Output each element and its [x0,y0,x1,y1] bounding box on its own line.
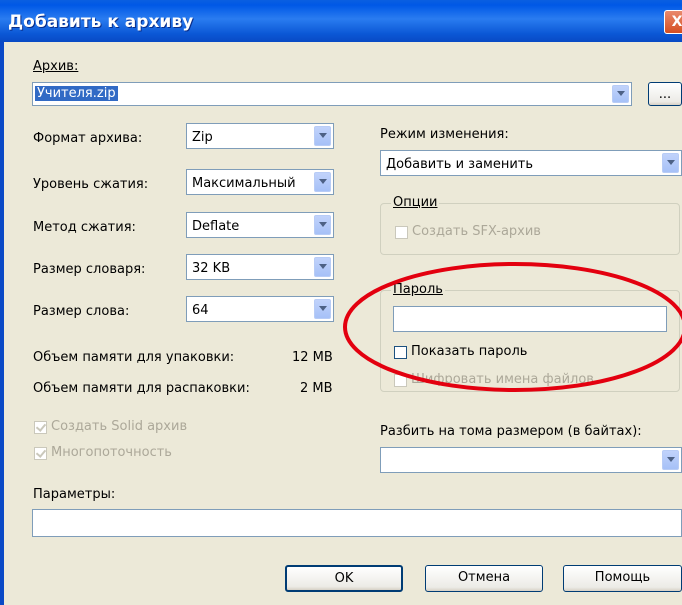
mem-unpack-value: 2 MB [300,381,333,396]
options-legend: Опции [391,195,440,210]
split-label: Разбить на тома размером (в байтах): [380,424,642,439]
mem-unpack-label: Объем памяти для распаковки: [33,381,250,396]
split-combo[interactable] [380,447,682,473]
mode-value: Добавить и заменить [386,157,534,172]
close-button[interactable]: X [664,10,682,34]
close-icon: X [671,14,682,30]
archive-combo[interactable]: Учителя.zip [32,82,632,106]
solid-checkbox[interactable] [34,421,47,434]
word-value: 64 [192,303,209,318]
mem-pack-label: Объем памяти для упаковки: [33,350,235,365]
dict-label: Размер словаря: [33,262,146,277]
ok-button[interactable]: OK [285,565,403,592]
method-combo[interactable]: Deflate [186,212,334,238]
sfx-checkbox[interactable] [395,226,408,239]
word-label: Размер слова: [33,304,130,319]
mode-combo[interactable]: Добавить и заменить [380,150,682,176]
word-combo[interactable]: 64 [186,296,334,322]
archive-value: Учителя.zip [35,86,118,101]
browse-button[interactable]: ... [648,82,682,106]
method-value: Deflate [192,219,240,234]
dict-dropdown-icon[interactable] [314,257,331,277]
format-label: Формат архива: [33,131,143,146]
mem-pack-value: 12 MB [292,350,333,365]
format-dropdown-icon[interactable] [314,126,331,146]
multithread-label: Многопоточность [51,445,172,460]
method-label: Метод сжатия: [33,220,136,235]
mode-label: Режим изменения: [380,127,509,142]
dict-combo[interactable]: 32 KB [186,254,334,280]
split-dropdown-icon[interactable] [662,450,679,470]
window-frame [0,42,4,605]
cancel-button[interactable]: Отмена [425,565,543,592]
annotation-ellipse-shape [343,262,682,392]
title-bar: Добавить к архиву X [0,0,682,42]
format-combo[interactable]: Zip [186,123,334,149]
mode-dropdown-icon[interactable] [662,153,679,173]
sfx-label: Создать SFX-архив [412,224,541,239]
solid-label: Создать Solid архив [51,419,188,434]
method-dropdown-icon[interactable] [314,215,331,235]
word-dropdown-icon[interactable] [314,299,331,319]
format-value: Zip [192,130,213,145]
level-label: Уровень сжатия: [33,177,149,192]
params-input[interactable] [32,509,682,537]
multithread-checkbox[interactable] [34,447,47,460]
level-value: Максимальный [192,176,296,191]
params-label: Параметры: [33,487,116,502]
help-button[interactable]: Помощь [563,565,682,592]
annotation-ellipse [343,262,682,392]
archive-label: Архив: [33,59,79,74]
level-combo[interactable]: Максимальный [186,169,334,195]
dict-value: 32 KB [192,261,231,276]
archive-dropdown-icon[interactable] [612,85,629,103]
window-title: Добавить к архиву [8,12,194,32]
level-dropdown-icon[interactable] [314,172,331,192]
